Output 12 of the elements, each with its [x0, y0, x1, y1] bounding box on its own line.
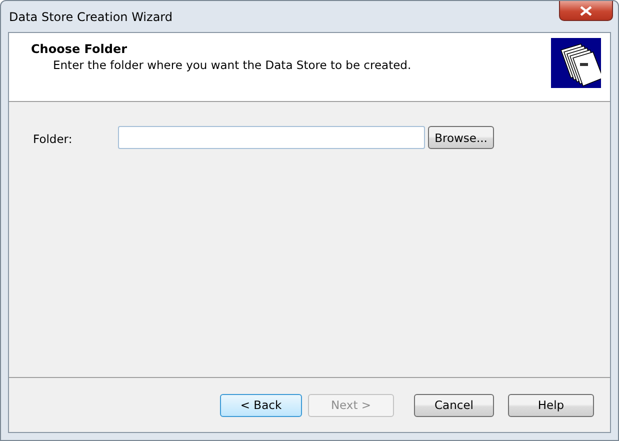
browse-button[interactable]: Browse...: [428, 126, 494, 149]
close-icon: [580, 6, 592, 16]
window-title: Data Store Creation Wizard: [8, 10, 173, 24]
folder-stack-icon: [551, 38, 601, 88]
wizard-button[interactable]: < Back: [220, 394, 302, 416]
wizard-button[interactable]: Cancel: [414, 394, 494, 416]
folder-label: Folder:: [33, 132, 74, 146]
close-button[interactable]: [559, 1, 613, 21]
page-subtitle: Enter the folder where you want the Data Store to be created.: [52, 58, 412, 72]
wizard-button[interactable]: Help: [508, 394, 594, 416]
page-title: Choose Folder: [31, 42, 128, 56]
folder-input-field[interactable]: [118, 126, 425, 149]
